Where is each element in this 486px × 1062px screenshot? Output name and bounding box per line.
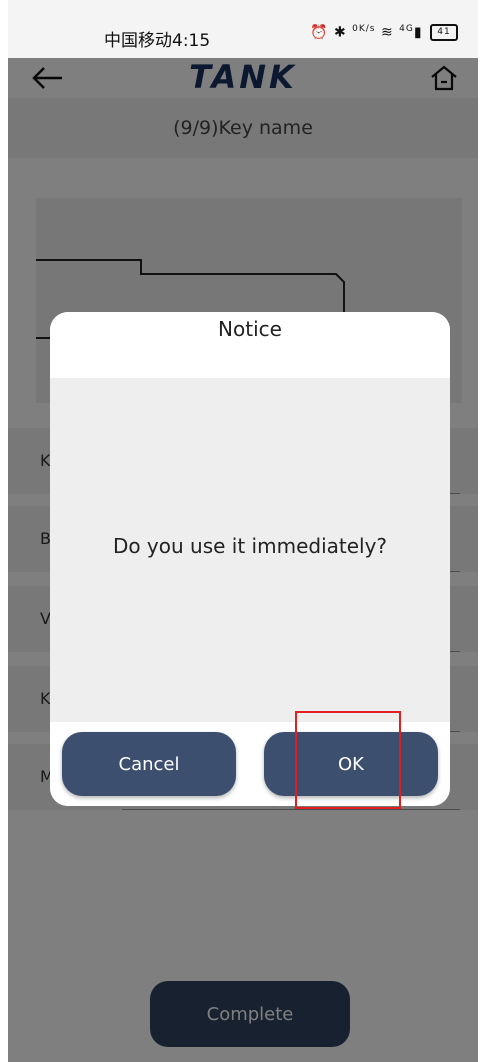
dialog-message: Do you use it immediately? [112, 534, 388, 558]
signal-icon: ▮ [413, 24, 423, 41]
carrier-time: 中国移动4:15 [104, 31, 211, 51]
signal-type: 4G [399, 24, 414, 34]
status-icons: ⏰ ✱ 0K/s ≋ 4G▮ 41 [310, 24, 458, 42]
cancel-button[interactable]: Cancel [62, 732, 236, 796]
bluetooth-icon: ✱ [333, 24, 347, 41]
alarm-icon: ⏰ [310, 24, 329, 41]
highlight-box [295, 711, 401, 809]
status-bar: 中国移动4:15 ⏰ ✱ 0K/s ≋ 4G▮ 41 [8, 0, 478, 58]
dialog-title-bar: Notice [50, 312, 450, 378]
wifi-icon: ≋ [380, 24, 394, 41]
phone-screen: 中国移动4:15 ⏰ ✱ 0K/s ≋ 4G▮ 41 TANK (9/9)Key… [8, 0, 478, 1062]
dialog-title: Notice [218, 317, 282, 341]
net-speed-unit: K/s [358, 24, 376, 34]
net-speed-value: 0 [352, 24, 359, 34]
battery-icon: 41 [430, 24, 458, 42]
